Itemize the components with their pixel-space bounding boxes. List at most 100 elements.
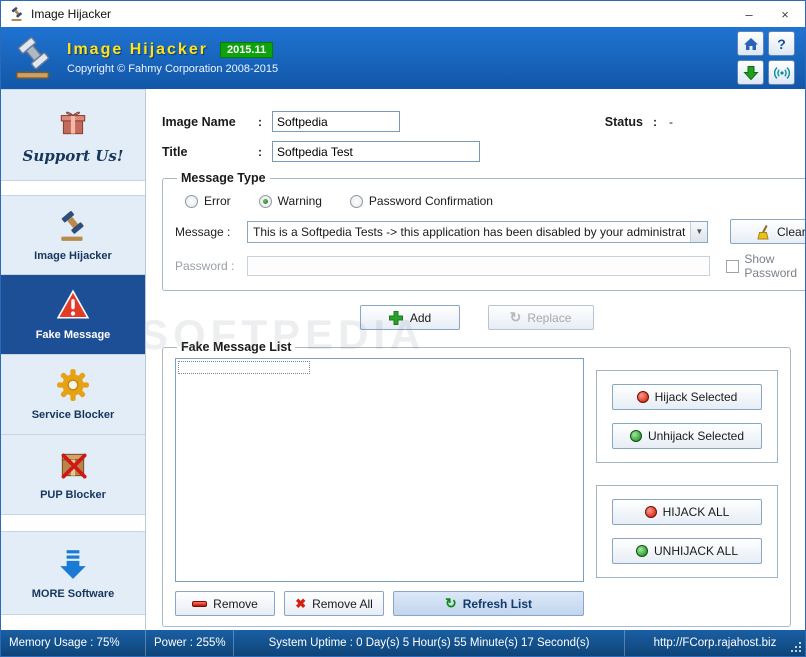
gift-icon — [60, 111, 86, 134]
title-row: Title : — [162, 141, 791, 162]
add-button[interactable]: Add — [359, 305, 460, 330]
show-password-checkbox[interactable]: Show Password — [726, 252, 805, 280]
red-dot-icon — [644, 506, 657, 518]
clear-button[interactable]: Clear — [730, 219, 805, 244]
sidebar-item-fake-message[interactable]: Fake Message — [1, 275, 145, 355]
message-type-radios: Error Warning Password Confirmation — [185, 194, 805, 208]
unhijack-all-label: UNHIJACK ALL — [653, 544, 739, 558]
image-name-label: Image Name — [162, 114, 236, 129]
minus-icon — [192, 600, 208, 607]
window-title: Image Hijacker — [31, 7, 112, 21]
app-window: Image Hijacker – × Image Hijacker 2015.1… — [0, 0, 806, 657]
message-row: Message : This is a Softpedia Tests -> t… — [175, 219, 805, 244]
support-us-button[interactable]: Support Us! — [1, 89, 145, 181]
radio-password-confirmation[interactable]: Password Confirmation — [349, 194, 493, 208]
add-button-label: Add — [409, 310, 432, 325]
colon: : — [258, 144, 262, 159]
help-icon: ? — [777, 35, 786, 52]
plus-icon — [388, 310, 403, 325]
checkbox-icon — [726, 259, 740, 273]
message-label: Message : — [175, 224, 231, 239]
remove-all-button-label: Remove All — [312, 596, 373, 611]
hijack-selected-group: Hijack Selected Unhijack Selected — [596, 370, 778, 463]
fake-message-list-legend: Fake Message List — [181, 340, 292, 354]
sidebar-item-label: PUP Blocker — [40, 489, 106, 501]
red-dot-icon — [636, 391, 649, 403]
message-dropdown[interactable]: This is a Softpedia Tests -> this applic… — [247, 220, 709, 243]
hijack-all-label: HIJACK ALL — [662, 505, 730, 519]
message-dropdown-value: This is a Softpedia Tests -> this applic… — [253, 224, 686, 239]
hijack-all-group: HIJACK ALL UNHIJACK ALL — [596, 485, 778, 578]
close-button[interactable]: × — [767, 1, 803, 27]
hijack-selected-button[interactable]: Hijack Selected — [612, 384, 762, 410]
fake-message-listbox[interactable] — [175, 358, 584, 582]
radio-icon — [185, 194, 198, 208]
help-button[interactable]: ? — [768, 31, 795, 56]
update-button[interactable] — [737, 60, 764, 85]
sidebar-item-image-hijacker[interactable]: Image Hijacker — [1, 195, 145, 275]
status-value: - — [669, 114, 673, 129]
status-bar: Memory Usage : 75% Power : 255% System U… — [1, 630, 805, 656]
download-more-icon — [60, 549, 86, 579]
header-title-row: Image Hijacker 2015.11 — [67, 41, 278, 59]
home-icon — [743, 37, 758, 50]
connection-button[interactable] — [768, 60, 795, 85]
sidebar-nav: Image Hijacker Fake Message Service Bloc… — [1, 195, 145, 515]
show-password-label: Show Password — [744, 252, 798, 280]
password-input[interactable] — [247, 256, 711, 276]
main-content: SOFTPEDIA Image Name : Status : - Title … — [146, 89, 805, 630]
sidebar-item-more-software[interactable]: MORE Software — [1, 531, 145, 615]
signal-waves-icon — [773, 66, 790, 79]
blocked-package-icon — [61, 453, 87, 479]
replace-button[interactable]: ↻ Replace — [487, 305, 594, 330]
sidebar-item-pup-blocker[interactable]: PUP Blocker — [1, 435, 145, 515]
message-type-legend: Message Type — [181, 171, 266, 185]
broom-icon — [757, 224, 769, 239]
resize-grip[interactable] — [799, 650, 801, 652]
radio-error[interactable]: Error — [185, 194, 231, 208]
radio-icon — [258, 194, 272, 208]
radio-label: Error — [204, 194, 231, 208]
title-input[interactable] — [272, 141, 480, 162]
clear-button-label: Clear — [777, 224, 805, 239]
sidebar-item-label: MORE Software — [31, 587, 115, 600]
power-status: Power : 255% — [146, 630, 234, 656]
list-button-row: Remove ✖ Remove All ↻ Refresh List — [175, 591, 584, 616]
radio-warning[interactable]: Warning — [258, 194, 322, 208]
colon: : — [258, 114, 262, 129]
home-button[interactable] — [737, 31, 764, 56]
app-header: Image Hijacker 2015.11 Copyright © Fahmy… — [1, 27, 805, 89]
memory-usage-status: Memory Usage : 75% — [1, 630, 146, 656]
status-group: Status : - — [605, 115, 673, 129]
sidebar-item-service-blocker[interactable]: Service Blocker — [1, 355, 145, 435]
app-logo-gavel-icon — [16, 37, 50, 79]
image-name-input[interactable] — [272, 111, 400, 132]
green-dot-icon — [635, 545, 648, 557]
website-link[interactable]: http://FCorp.rajahost.biz — [625, 630, 805, 656]
gavel-icon — [11, 6, 22, 21]
title-label: Title — [162, 144, 188, 159]
header-buttons: ? — [737, 31, 795, 85]
remove-button[interactable]: Remove — [175, 591, 275, 616]
copyright-text: Copyright © Fahmy Corporation 2008-2015 — [67, 63, 279, 75]
remove-button-label: Remove — [213, 596, 258, 611]
colon: : — [653, 114, 657, 129]
radio-icon — [349, 194, 363, 208]
remove-all-button[interactable]: ✖ Remove All — [284, 591, 384, 616]
image-name-row: Image Name : Status : - — [162, 111, 791, 132]
chevron-down-icon: ▼ — [690, 221, 708, 242]
hijack-all-button[interactable]: HIJACK ALL — [612, 499, 762, 525]
refresh-icon: ↻ — [444, 595, 457, 611]
gear-icon — [57, 369, 89, 401]
download-arrow-icon — [742, 65, 759, 80]
password-label: Password : — [175, 259, 235, 273]
refresh-list-button[interactable]: ↻ Refresh List — [393, 591, 584, 616]
list-area: Remove ✖ Remove All ↻ Refresh List Hijac… — [175, 358, 778, 616]
unhijack-selected-button[interactable]: Unhijack Selected — [612, 423, 762, 449]
minimize-button[interactable]: – — [731, 1, 767, 27]
body-area: Support Us! Image Hijacker Fake Message … — [1, 89, 805, 630]
unhijack-selected-label: Unhijack Selected — [647, 429, 745, 443]
unhijack-all-button[interactable]: UNHIJACK ALL — [612, 538, 762, 564]
replace-button-label: Replace — [527, 310, 572, 325]
green-dot-icon — [629, 430, 642, 442]
